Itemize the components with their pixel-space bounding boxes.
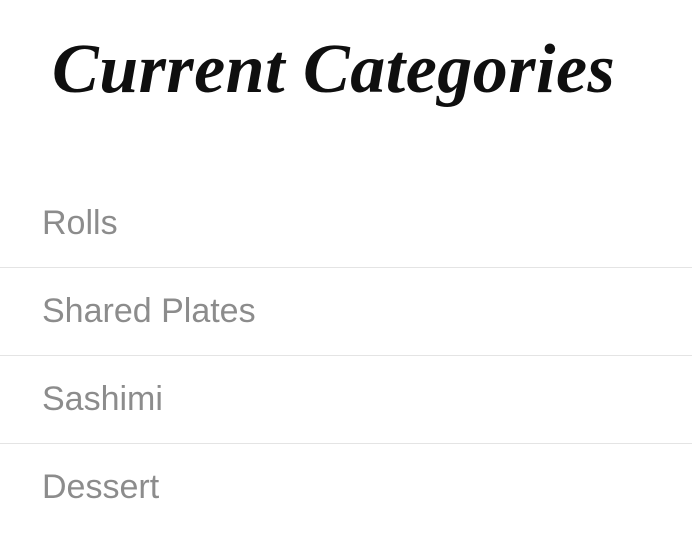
category-item[interactable]: Shared Plates xyxy=(0,268,692,356)
category-label: Rolls xyxy=(42,204,118,242)
category-item[interactable]: Dessert xyxy=(0,444,692,531)
category-item[interactable]: Sashimi xyxy=(0,356,692,444)
category-item[interactable]: Rolls xyxy=(0,180,692,268)
category-label: Shared Plates xyxy=(42,292,256,330)
category-label: Dessert xyxy=(42,468,159,506)
category-label: Sashimi xyxy=(42,380,163,418)
category-list: Rolls Shared Plates Sashimi Dessert xyxy=(0,180,692,531)
page-title: Current Categories xyxy=(0,0,692,110)
